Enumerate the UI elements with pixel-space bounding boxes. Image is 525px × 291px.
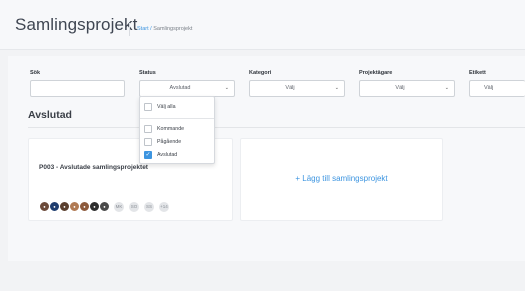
checkbox[interactable]	[144, 138, 152, 146]
checkbox[interactable]	[144, 103, 152, 111]
checkbox-checked[interactable]: ✓	[144, 151, 152, 159]
search-label: Sök	[30, 70, 41, 76]
status-select[interactable]: Avslutad ⌄	[139, 80, 235, 97]
search-input[interactable]	[30, 80, 125, 97]
tag-select[interactable]: Välj	[469, 80, 525, 97]
chevron-down-icon: ⌄	[444, 85, 449, 91]
category-select[interactable]: Välj ⌄	[249, 80, 345, 97]
category-label: Kategori	[249, 70, 272, 76]
breadcrumb-current: Samlingsprojekt	[153, 26, 193, 32]
add-project-label: Lägg till samlingsprojekt	[302, 174, 388, 183]
breadcrumb: Start / Samlingsprojekt	[137, 26, 192, 32]
chevron-down-icon: ⌄	[224, 85, 229, 91]
status-label: Status	[139, 70, 156, 76]
avatar-initials: SO	[128, 201, 140, 213]
tag-select-value: Välj	[484, 85, 494, 91]
status-select-value: Avslutad	[169, 85, 191, 91]
page-header: Samlingsprojekt Start / Samlingsprojekt	[0, 0, 525, 50]
plus-icon: +	[295, 174, 301, 183]
section-title: Avslutad	[28, 109, 72, 121]
option-label: Pågående	[157, 139, 182, 145]
option-label: Avslutad	[157, 152, 178, 158]
dropdown-divider	[140, 118, 214, 119]
status-dropdown-menu: Välj alla Kommande Pågående ✓ Avslutad	[139, 96, 215, 164]
category-select-value: Välj	[285, 85, 295, 91]
title-divider	[129, 23, 130, 36]
add-project-link[interactable]: + Lägg till samlingsprojekt	[241, 174, 442, 183]
page-title: Samlingsprojekt	[15, 15, 138, 34]
avatar: ●	[99, 201, 110, 212]
breadcrumb-separator: /	[150, 26, 152, 32]
option-label: Välj alla	[157, 104, 176, 110]
option-label: Kommande	[157, 126, 185, 132]
breadcrumb-start-link[interactable]: Start	[137, 26, 149, 32]
tag-label: Etikett	[469, 70, 486, 76]
checkbox[interactable]	[144, 125, 152, 133]
owner-label: Projektägare	[359, 70, 393, 76]
section-divider	[28, 127, 525, 128]
chevron-down-icon: ⌄	[334, 85, 339, 91]
owner-select-value: Välj	[395, 85, 405, 91]
avatar-initials: SS	[143, 201, 155, 213]
add-project-card[interactable]: + Lägg till samlingsprojekt	[240, 138, 443, 221]
more-members-badge[interactable]: +14	[158, 201, 170, 213]
avatar-initials: MK	[113, 201, 125, 213]
project-name[interactable]: P003 - Avslutade samlingsprojektet	[39, 164, 148, 171]
owner-select[interactable]: Välj ⌄	[359, 80, 455, 97]
